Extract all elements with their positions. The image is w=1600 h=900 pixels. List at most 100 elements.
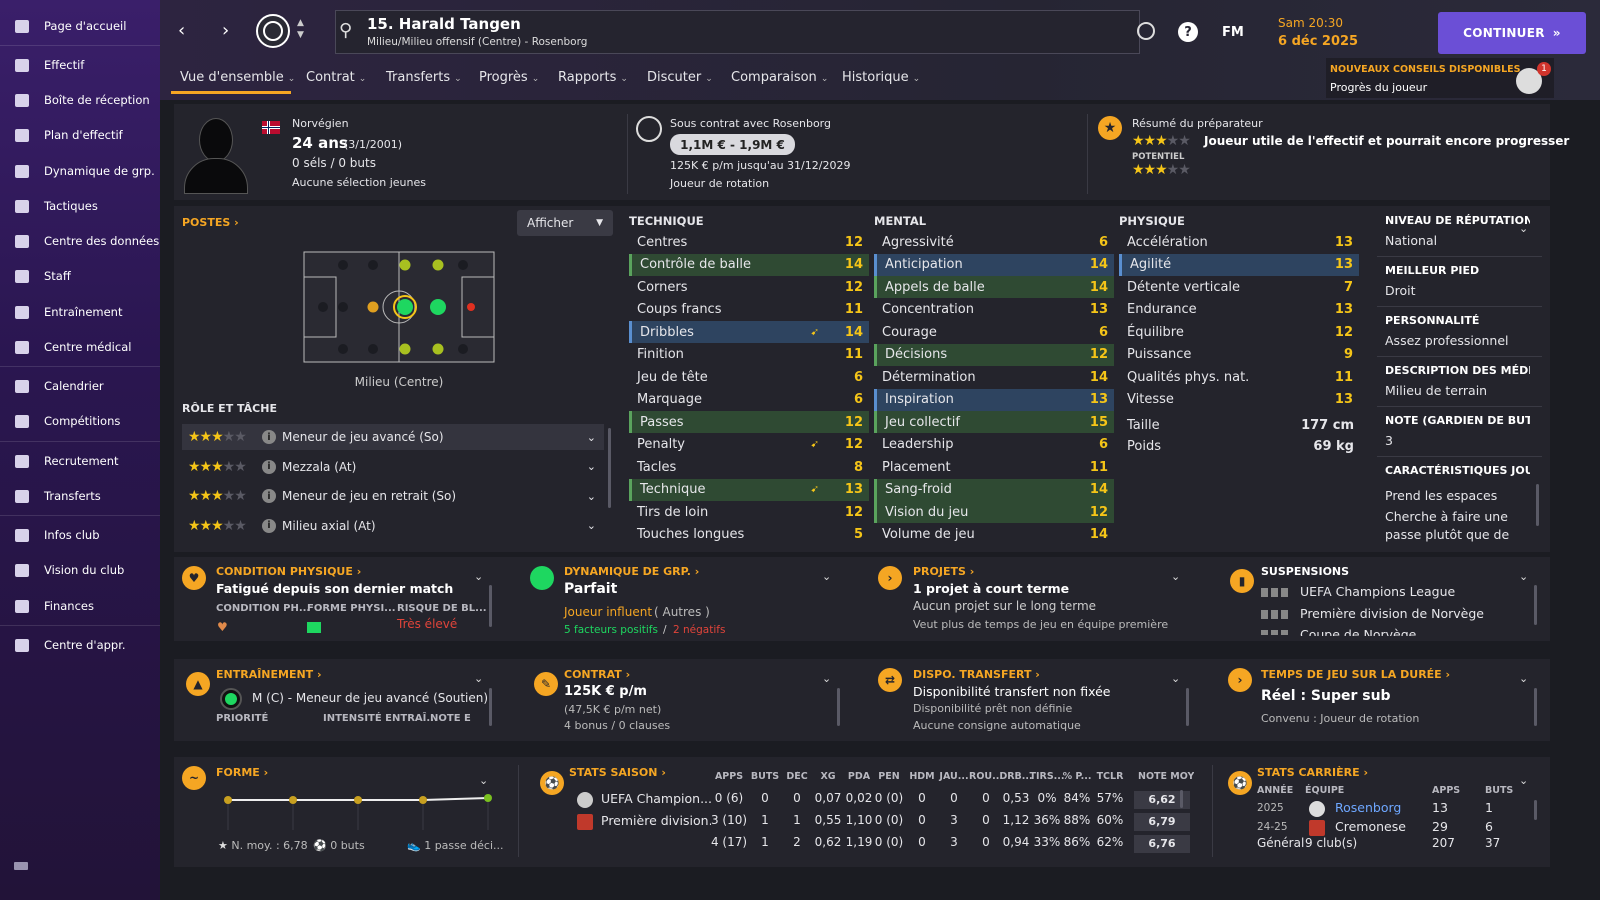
role-row[interactable]: ★★★★★ i Meneur de jeu avancé (So) ⌄: [182, 424, 604, 450]
attribute-row[interactable]: Contrôle de balle 14: [629, 253, 869, 276]
chevron-down-icon[interactable]: ⌄: [1171, 672, 1180, 685]
chevron-down-icon[interactable]: ⌄: [587, 431, 604, 444]
condition-link[interactable]: CONDITION PHYSIQUE ›: [216, 565, 361, 578]
collapse-icon[interactable]: [14, 862, 28, 870]
projects-link[interactable]: PROJETS ›: [913, 565, 974, 578]
search-icon[interactable]: ⚲: [339, 20, 352, 41]
attribute-row[interactable]: Équilibre 12: [1119, 321, 1359, 343]
contract-link[interactable]: CONTRAT ›: [564, 668, 630, 681]
suspensions-scrollbar[interactable]: [1534, 585, 1537, 625]
attribute-row[interactable]: Vision du jeu 12: [874, 501, 1114, 523]
season-stats-link[interactable]: STATS SAISON ›: [569, 766, 666, 779]
attribute-row[interactable]: Marquage 6: [629, 389, 869, 411]
attribute-row[interactable]: Endurance 13: [1119, 299, 1359, 321]
positions-link[interactable]: POSTES ›: [182, 216, 239, 229]
attribute-row[interactable]: Jeu de tête 6: [629, 366, 869, 388]
chevron-down-icon[interactable]: ⌄: [587, 519, 604, 532]
attribute-row[interactable]: Détermination 14: [874, 366, 1114, 388]
back-arrow-icon[interactable]: ‹: [178, 20, 185, 41]
sidebar-item-13[interactable]: Transferts: [0, 479, 160, 513]
contract-scrollbar[interactable]: [837, 688, 840, 726]
tab-6[interactable]: Comparaison ⌄: [731, 70, 828, 85]
role-row[interactable]: ★★★★★ i Mezzala (At) ⌄: [182, 454, 604, 480]
chevron-down-icon[interactable]: ⌄: [1519, 672, 1528, 685]
attribute-row[interactable]: Vitesse 13: [1119, 389, 1359, 411]
attribute-row[interactable]: Agilité 13: [1119, 253, 1359, 276]
attribute-row[interactable]: Touches longues 5: [629, 524, 869, 546]
tab-0[interactable]: Vue d'ensemble ⌄: [180, 70, 295, 85]
negative-factors[interactable]: 2 négatifs: [673, 624, 725, 636]
attribute-row[interactable]: Accélération 13: [1119, 231, 1359, 253]
attribute-row[interactable]: Courage 6: [874, 321, 1114, 343]
club-crest-icon[interactable]: [256, 14, 290, 48]
career-stats-link[interactable]: STATS CARRIÈRE ›: [1257, 766, 1368, 779]
attribute-row[interactable]: Anticipation 14: [874, 253, 1114, 276]
transfer-scrollbar[interactable]: [1186, 688, 1189, 726]
club-switch-icon[interactable]: ▲ ▼: [297, 17, 304, 41]
attribute-row[interactable]: Qualités phys. nat. 11: [1119, 366, 1359, 388]
chevron-down-icon[interactable]: ⌄: [1519, 570, 1528, 583]
form-link[interactable]: FORME ›: [216, 766, 268, 779]
continue-button[interactable]: CONTINUER »: [1438, 12, 1586, 54]
chevron-down-icon[interactable]: ⌄: [1519, 222, 1528, 235]
sidebar-item-6[interactable]: Centre des données: [0, 224, 160, 258]
sidebar-item-5[interactable]: Tactiques: [0, 189, 160, 223]
training-scrollbar[interactable]: [489, 688, 492, 726]
attribute-row[interactable]: Puissance 9: [1119, 344, 1359, 366]
attribute-row[interactable]: Leadership 6: [874, 434, 1114, 456]
playing-time-scrollbar[interactable]: [1534, 688, 1537, 726]
attribute-row[interactable]: Penalty ➹ 12: [629, 434, 869, 456]
sidebar-item-12[interactable]: Recrutement: [0, 444, 160, 478]
afficher-dropdown[interactable]: Afficher ▼: [517, 210, 613, 236]
tab-2[interactable]: Transferts ⌄: [386, 70, 462, 85]
chevron-down-icon[interactable]: ⌄: [474, 672, 483, 685]
competition-name[interactable]: UEFA Champion...: [601, 791, 711, 806]
fm-menu-button[interactable]: FM: [1222, 25, 1244, 40]
sidebar-item-8[interactable]: Entraînement: [0, 295, 160, 329]
tab-3[interactable]: Progrès ⌄: [479, 70, 539, 85]
sidebar-item-15[interactable]: Vision du club: [0, 553, 160, 587]
sidebar-item-14[interactable]: Infos club: [0, 518, 160, 552]
season-stats-scrollbar[interactable]: [1180, 790, 1183, 808]
attribute-row[interactable]: Inspiration 13: [874, 388, 1114, 411]
transfer-value-pill[interactable]: 1,1M € - 1,9M €: [670, 134, 795, 155]
condition-scrollbar[interactable]: [489, 585, 492, 627]
chevron-down-icon[interactable]: ⌄: [822, 672, 831, 685]
sidebar-item-7[interactable]: Staff: [0, 259, 160, 293]
attribute-row[interactable]: Finition 11: [629, 344, 869, 366]
help-icon[interactable]: ?: [1178, 22, 1198, 42]
attribute-row[interactable]: Détente verticale 7: [1119, 276, 1359, 298]
globe-icon[interactable]: [1137, 22, 1155, 40]
info-scrollbar[interactable]: [1536, 484, 1539, 526]
roles-scrollbar[interactable]: [608, 428, 611, 508]
sidebar-item-11[interactable]: Compétitions: [0, 404, 160, 438]
tab-7[interactable]: Historique ⌄: [842, 70, 920, 85]
tab-4[interactable]: Rapports ⌄: [558, 70, 628, 85]
chevron-down-icon[interactable]: ⌄: [1171, 570, 1180, 583]
sidebar-item-17[interactable]: Centre d'appr.: [0, 628, 160, 662]
competition-name[interactable]: Première division...: [601, 813, 711, 828]
sidebar-item-10[interactable]: Calendrier: [0, 369, 160, 403]
role-row[interactable]: ★★★★★ i Milieu axial (At) ⌄: [182, 513, 604, 539]
attribute-row[interactable]: Tacles 8: [629, 456, 869, 478]
training-link[interactable]: ENTRAÎNEMENT ›: [216, 668, 322, 681]
playing-time-link[interactable]: TEMPS DE JEU SUR LA DURÉE ›: [1261, 668, 1450, 681]
chevron-down-icon[interactable]: ⌄: [587, 490, 604, 503]
attribute-row[interactable]: Sang-froid 14: [874, 478, 1114, 501]
positive-factors[interactable]: 5 facteurs positifs: [564, 624, 658, 636]
attribute-row[interactable]: Coups francs 11: [629, 299, 869, 321]
attribute-row[interactable]: Volume de jeu 14: [874, 524, 1114, 546]
attribute-row[interactable]: Concentration 13: [874, 299, 1114, 321]
attribute-row[interactable]: Passes 12: [629, 411, 869, 433]
tab-1[interactable]: Contrat ⌄: [306, 70, 366, 85]
sidebar-item-4[interactable]: Dynamique de grp.: [0, 154, 160, 188]
attribute-row[interactable]: Décisions 12: [874, 343, 1114, 366]
attribute-row[interactable]: Dribbles ➹ 14: [629, 321, 869, 343]
chevron-down-icon[interactable]: ⌄: [822, 570, 831, 583]
attribute-row[interactable]: Agressivité 6: [874, 231, 1114, 253]
tab-5[interactable]: Discuter ⌄: [647, 70, 713, 85]
info-icon[interactable]: i: [262, 518, 276, 533]
role-row[interactable]: ★★★★★ i Meneur de jeu en retrait (So) ⌄: [182, 483, 604, 509]
career-scrollbar[interactable]: [1534, 800, 1537, 820]
sidebar-item-2[interactable]: Boîte de réception: [0, 83, 160, 117]
